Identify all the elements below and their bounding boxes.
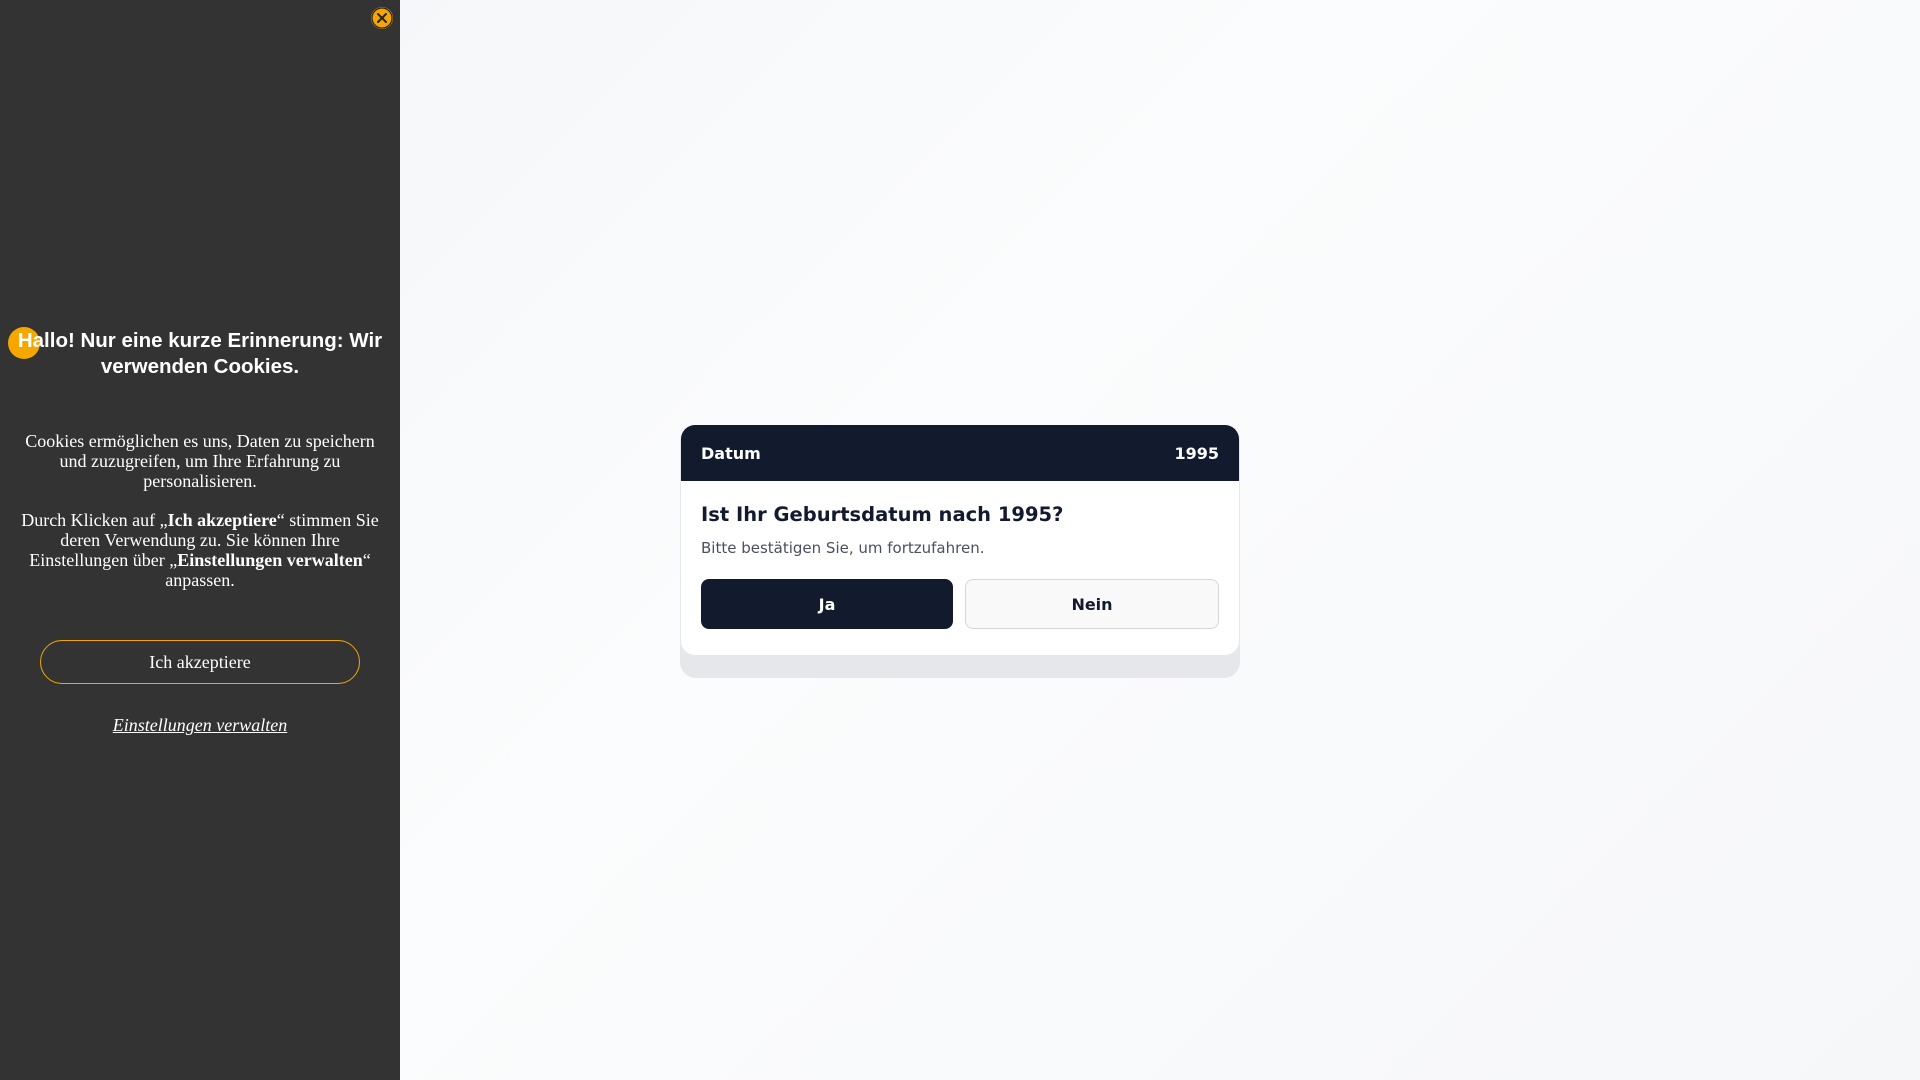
- cookie-banner-text: Cookies ermöglichen es uns, Daten zu spe…: [25, 431, 375, 491]
- age-gate-actions: Ja Nein: [701, 579, 1219, 629]
- age-gate-hint: Bitte bestätigen Sie, um fortzufahren.: [701, 539, 985, 557]
- age-gate-body: Ist Ihr Geburtsdatum nach 1995? Bitte be…: [681, 481, 1239, 629]
- accept-cookies-button[interactable]: Ich akzeptiere: [40, 640, 360, 684]
- settings-reference: Einstellungen verwalten: [177, 550, 363, 570]
- cookie-banner-consent-text: Durch Klicken auf „Ich akzeptiere“ stimm…: [14, 510, 386, 590]
- age-gate-header-year: 1995: [1174, 443, 1219, 463]
- manage-settings-link[interactable]: Einstellungen verwalten: [0, 715, 400, 736]
- no-button[interactable]: Nein: [965, 579, 1219, 629]
- age-gate-header: Datum 1995: [681, 425, 1239, 481]
- yes-button[interactable]: Ja: [701, 579, 953, 629]
- accept-reference: Ich akzeptiere: [167, 510, 277, 530]
- consent-text-part: Durch Klicken auf „: [21, 510, 168, 530]
- age-gate-header-label: Datum: [701, 443, 761, 463]
- cookie-banner-title: Hallo! Nur eine kurze Erinnerung: Wir ve…: [17, 329, 383, 378]
- age-gate-question: Ist Ihr Geburtsdatum nach 1995?: [701, 503, 1064, 526]
- close-icon[interactable]: [371, 7, 393, 29]
- cookie-banner: Hallo! Nur eine kurze Erinnerung: Wir ve…: [0, 0, 400, 1080]
- age-gate-card: Datum 1995 Ist Ihr Geburtsdatum nach 199…: [681, 425, 1239, 655]
